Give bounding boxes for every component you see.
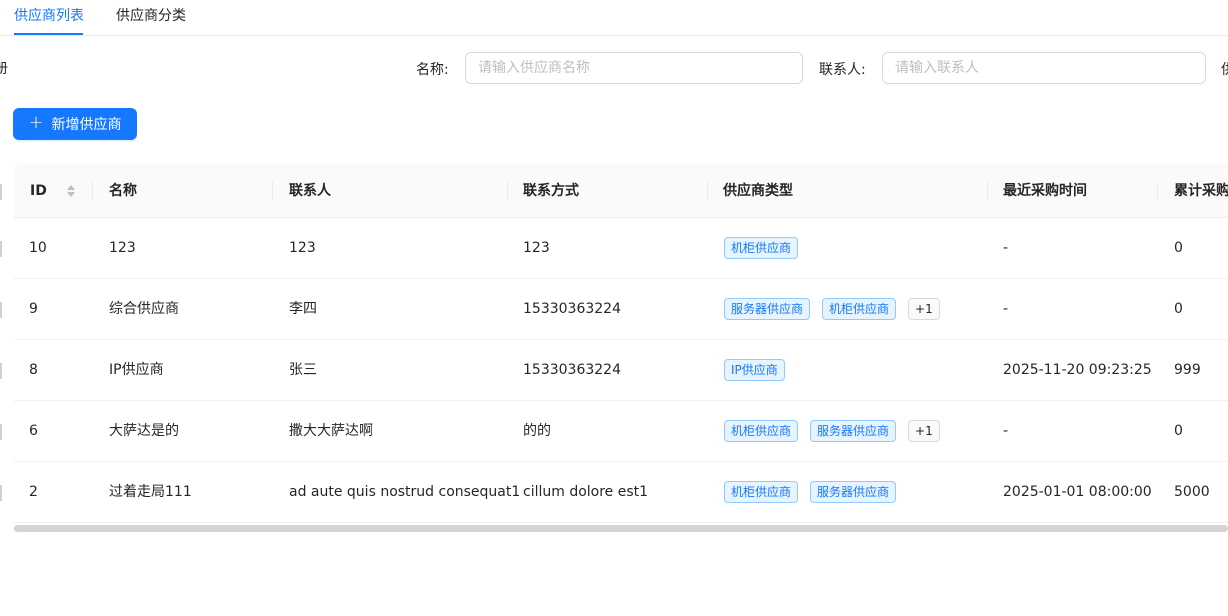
left-edge-shadow (0, 363, 2, 379)
column-divider (707, 181, 708, 201)
cell-last-purchase: - (1003, 240, 1009, 256)
cell-id: 2 (29, 484, 38, 500)
cell-name: 过着走局111 (109, 484, 192, 500)
table-row[interactable]: 10 123 123 123 机柜供应商 - 0 (14, 218, 1228, 279)
cell-total: 0 (1174, 301, 1183, 317)
active-tab-indicator (14, 33, 83, 35)
type-tag: 服务器供应商 (810, 481, 897, 503)
supplier-table: ID 名称 联系人 联系方式 供应商类型 最近采购时间 累计采购 10 123 … (14, 164, 1228, 523)
cell-types: 机柜供应商 (724, 218, 799, 278)
cell-contact: 张三 (289, 362, 317, 378)
cell-total: 0 (1174, 423, 1183, 439)
cell-types: 机柜供应商 服务器供应商 +1 (724, 401, 940, 461)
cell-phone: 的的 (523, 423, 551, 439)
type-tag: 机柜供应商 (724, 420, 799, 442)
add-supplier-button[interactable]: + 新增供应商 (13, 108, 137, 140)
left-edge-shadow (0, 485, 2, 501)
cell-last-purchase: - (1003, 423, 1009, 439)
sort-icon[interactable] (66, 183, 76, 199)
table-row[interactable]: 9 综合供应商 李四 15330363224 服务器供应商 机柜供应商 +1 -… (14, 279, 1228, 340)
column-divider (272, 181, 273, 201)
cell-id: 6 (29, 423, 38, 439)
type-tag: 机柜供应商 (724, 481, 799, 503)
type-tag: 机柜供应商 (724, 237, 799, 259)
table-row[interactable]: 8 IP供应商 张三 15330363224 IP供应商 2025-11-20 … (14, 340, 1228, 401)
column-divider (987, 181, 988, 201)
cell-name: 综合供应商 (109, 301, 179, 317)
cell-id: 8 (29, 362, 38, 378)
tab-supplier-list[interactable]: 供应商列表 (14, 5, 84, 25)
cell-contact: 123 (289, 240, 316, 256)
cell-types: 服务器供应商 机柜供应商 +1 (724, 279, 940, 339)
table-row[interactable]: 6 大萨达是的 撒大大萨达啊 的的 机柜供应商 服务器供应商 +1 - 0 (14, 401, 1228, 462)
cell-contact: ad aute quis nostrud consequat1 (289, 484, 521, 500)
table-header: ID 名称 联系人 联系方式 供应商类型 最近采购时间 累计采购 (14, 164, 1228, 218)
column-header-last-purchase: 最近采购时间 (1003, 183, 1087, 199)
cell-id: 9 (29, 301, 38, 317)
left-edge-shadow (0, 184, 2, 200)
column-header-name: 名称 (109, 183, 137, 199)
clipped-label: 册 (0, 61, 8, 77)
column-header-phone: 联系方式 (523, 183, 579, 199)
cell-last-purchase: 2025-01-01 08:00:00 (1003, 484, 1152, 500)
type-tag: 服务器供应商 (810, 420, 897, 442)
cell-phone: cillum dolore est1 (523, 484, 649, 500)
column-header-total: 累计采购 (1174, 183, 1228, 199)
supplier-page: 供应商列表 供应商分类 册 名称: 联系人: 供 + 新增供应商 ID 名称 联… (0, 0, 1228, 616)
contact-filter-label: 联系人: (819, 62, 866, 78)
cell-types: IP供应商 (724, 340, 785, 400)
column-header-id[interactable]: ID (30, 164, 47, 218)
scrollbar-thumb[interactable] (14, 525, 1228, 532)
cell-name: IP供应商 (109, 362, 164, 378)
cell-total: 5000 (1174, 484, 1210, 500)
name-filter-input[interactable] (465, 52, 803, 84)
cell-types: 机柜供应商 服务器供应商 (724, 462, 897, 522)
left-edge-shadow (0, 302, 2, 318)
type-tag: IP供应商 (724, 359, 785, 381)
cell-id: 10 (29, 240, 47, 256)
plus-icon: + (28, 112, 44, 133)
horizontal-scrollbar[interactable] (14, 525, 1228, 532)
add-supplier-label: 新增供应商 (51, 117, 122, 133)
type-tag: 服务器供应商 (724, 298, 811, 320)
tab-supplier-category[interactable]: 供应商分类 (116, 5, 186, 25)
more-tags-badge[interactable]: +1 (908, 420, 940, 442)
tab-bar: 供应商列表 供应商分类 (0, 0, 1228, 36)
cell-name: 123 (109, 240, 136, 256)
column-header-contact: 联系人 (289, 183, 331, 199)
contact-filter-input[interactable] (882, 52, 1206, 84)
cell-total: 999 (1174, 362, 1201, 378)
table-row[interactable]: 2 过着走局111 ad aute quis nostrud consequat… (14, 462, 1228, 523)
column-header-type: 供应商类型 (723, 183, 793, 199)
cell-last-purchase: - (1003, 301, 1009, 317)
left-edge-shadow (0, 424, 2, 440)
cell-total: 0 (1174, 240, 1183, 256)
next-filter-label: 供 (1221, 59, 1228, 79)
cell-last-purchase: 2025-11-20 09:23:25 (1003, 362, 1152, 378)
column-divider (1157, 181, 1158, 201)
more-tags-badge[interactable]: +1 (908, 298, 940, 320)
column-divider (92, 181, 93, 201)
type-tag: 机柜供应商 (822, 298, 897, 320)
cell-phone: 123 (523, 240, 550, 256)
cell-phone: 15330363224 (523, 301, 621, 317)
left-edge-shadow (0, 241, 2, 257)
column-divider (507, 181, 508, 201)
cell-phone: 15330363224 (523, 362, 621, 378)
cell-contact: 撒大大萨达啊 (289, 423, 373, 439)
cell-contact: 李四 (289, 301, 317, 317)
cell-name: 大萨达是的 (109, 423, 179, 439)
name-filter-label: 名称: (416, 62, 449, 78)
